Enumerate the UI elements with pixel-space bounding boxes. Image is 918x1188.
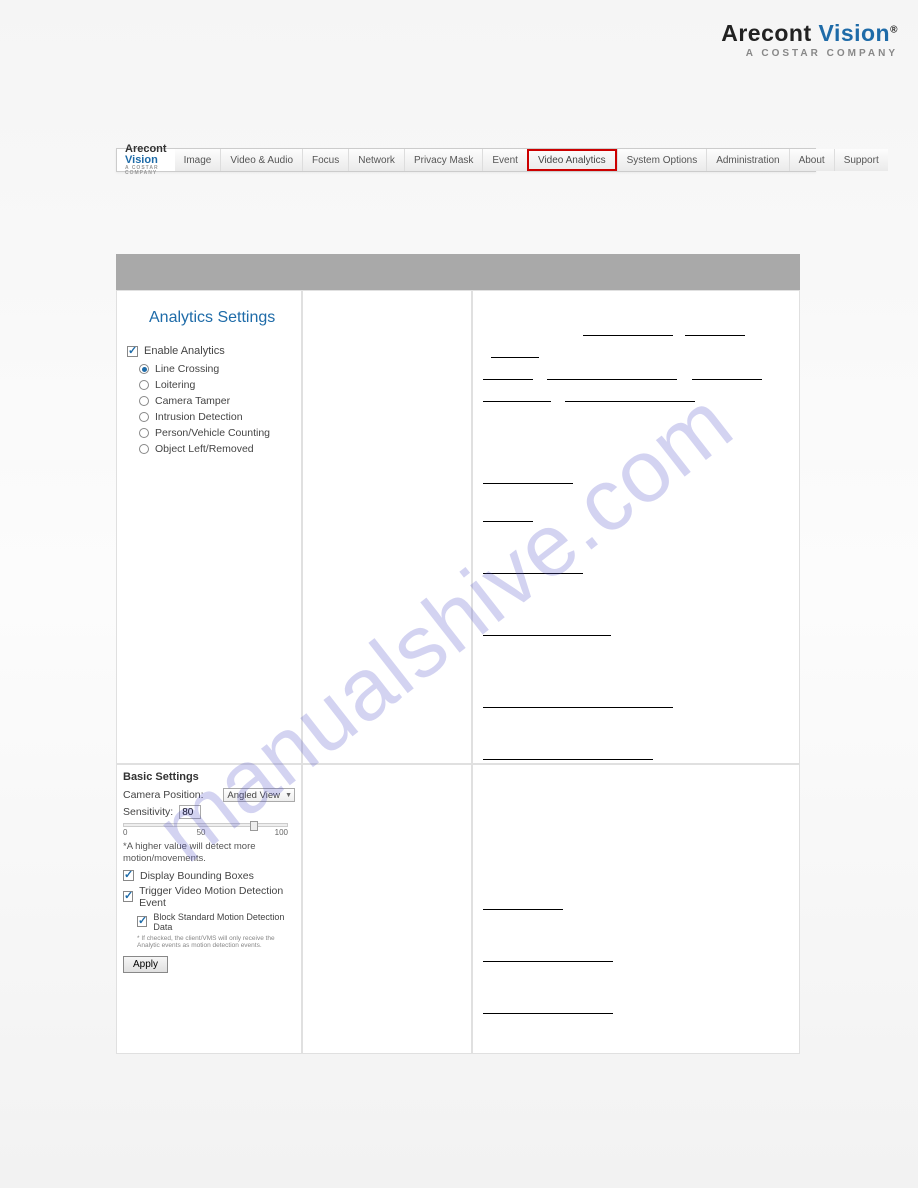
brand-subtitle: A COSTAR COMPANY <box>721 48 898 59</box>
camera-position-label: Camera Position: <box>123 789 204 801</box>
sensitivity-slider[interactable] <box>123 823 288 827</box>
basic-settings-panel: Basic Settings Camera Position: Angled V… <box>116 764 302 1054</box>
block-standard-md-label: Block Standard Motion Detection Data <box>153 912 295 932</box>
description-panel-1 <box>472 290 800 764</box>
nav-tab-video-analytics[interactable]: Video Analytics <box>527 149 617 171</box>
analytics-option-label: Person/Vehicle Counting <box>155 427 270 439</box>
apply-button[interactable]: Apply <box>123 956 168 973</box>
display-bounding-boxes-label: Display Bounding Boxes <box>140 870 254 882</box>
block-standard-md-checkbox[interactable] <box>137 916 147 927</box>
nav-tab-privacy-mask[interactable]: Privacy Mask <box>404 149 482 171</box>
trigger-vmd-event-checkbox[interactable] <box>123 891 133 902</box>
analytics-option-label: Camera Tamper <box>155 395 230 407</box>
slider-tick-labels: 0 50 100 <box>123 828 288 837</box>
section-header-bar <box>116 254 800 290</box>
sensitivity-input[interactable] <box>179 805 201 819</box>
brand-part-1: Arecont <box>721 20 818 46</box>
redacted-line <box>583 322 673 336</box>
display-bounding-boxes-checkbox[interactable] <box>123 870 134 881</box>
nav-tab-event[interactable]: Event <box>482 149 527 171</box>
navbar-logo: Arecont Vision A COSTAR COMPANY <box>117 144 175 176</box>
nav-tab-focus[interactable]: Focus <box>302 149 348 171</box>
analytics-option-label: Intrusion Detection <box>155 411 243 423</box>
nav-tab-about[interactable]: About <box>789 149 834 171</box>
nav-tab-video-audio[interactable]: Video & Audio <box>220 149 302 171</box>
brand-logo: Arecont Vision® A COSTAR COMPANY <box>721 20 898 59</box>
nav-tab-network[interactable]: Network <box>348 149 404 171</box>
analytics-option-radio[interactable] <box>139 444 149 454</box>
analytics-option-label: Object Left/Removed <box>155 443 254 455</box>
trigger-vmd-event-label: Trigger Video Motion Detection Event <box>139 885 295 909</box>
block-standard-md-note: * If checked, the client/VMS will only r… <box>123 935 295 950</box>
analytics-settings-title: Analytics Settings <box>149 309 291 327</box>
analytics-option-radio[interactable] <box>139 380 149 390</box>
analytics-option-radio[interactable] <box>139 396 149 406</box>
brand-part-2: Vision <box>819 20 891 46</box>
analytics-option-label: Loitering <box>155 379 195 391</box>
enable-analytics-checkbox[interactable] <box>127 346 138 357</box>
top-navbar: Arecont Vision A COSTAR COMPANY ImageVid… <box>116 148 816 172</box>
analytics-settings-panel: Analytics Settings Enable Analytics Line… <box>116 290 302 764</box>
preview-panel-placeholder-2 <box>302 764 472 1054</box>
nav-tab-system-options[interactable]: System Options <box>617 149 707 171</box>
description-panel-2 <box>472 764 800 1054</box>
sensitivity-note: *A higher value will detect more motion/… <box>123 841 295 866</box>
camera-position-select[interactable]: Angled View <box>223 788 295 802</box>
preview-panel-placeholder <box>302 290 472 764</box>
nav-tab-image[interactable]: Image <box>175 149 221 171</box>
analytics-option-radio[interactable] <box>139 364 149 374</box>
sensitivity-label: Sensitivity: <box>123 806 173 818</box>
nav-tab-administration[interactable]: Administration <box>706 149 788 171</box>
analytics-option-radio[interactable] <box>139 428 149 438</box>
nav-tab-support[interactable]: Support <box>834 149 888 171</box>
enable-analytics-label: Enable Analytics <box>144 345 225 357</box>
basic-settings-heading: Basic Settings <box>123 769 295 785</box>
analytics-option-radio[interactable] <box>139 412 149 422</box>
analytics-option-label: Line Crossing <box>155 363 219 375</box>
